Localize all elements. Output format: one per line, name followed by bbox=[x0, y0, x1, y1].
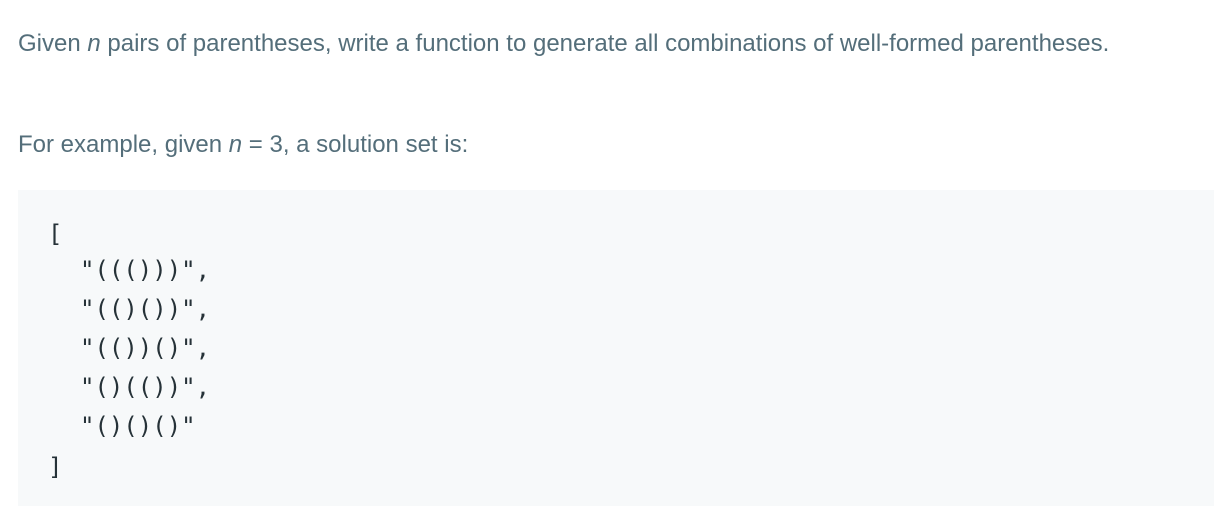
code-item: "()(())", bbox=[80, 373, 211, 401]
code-item: "(())()", bbox=[80, 334, 211, 362]
code-item: "(()())", bbox=[80, 295, 211, 323]
code-item: "((()))", bbox=[80, 256, 211, 284]
example-suffix: = 3, a solution set is: bbox=[242, 131, 469, 158]
code-item: "()()()" bbox=[80, 412, 196, 440]
statement-suffix: pairs of parentheses, write a function t… bbox=[100, 30, 1110, 57]
code-open-bracket: [ bbox=[48, 220, 63, 248]
example-intro: For example, given n = 3, a solution set… bbox=[18, 126, 468, 164]
code-block: [ "((()))", "(()())", "(())()", "()(())"… bbox=[18, 190, 1214, 506]
statement-prefix: Given bbox=[18, 30, 88, 57]
problem-document: Given n pairs of parentheses, write a fu… bbox=[0, 0, 1214, 506]
problem-statement: Given n pairs of parentheses, write a fu… bbox=[18, 25, 1168, 63]
example-variable-n: n bbox=[228, 131, 243, 158]
code-close-bracket: ] bbox=[48, 453, 63, 481]
example-prefix: For example, given bbox=[18, 131, 229, 158]
variable-n: n bbox=[87, 30, 101, 57]
